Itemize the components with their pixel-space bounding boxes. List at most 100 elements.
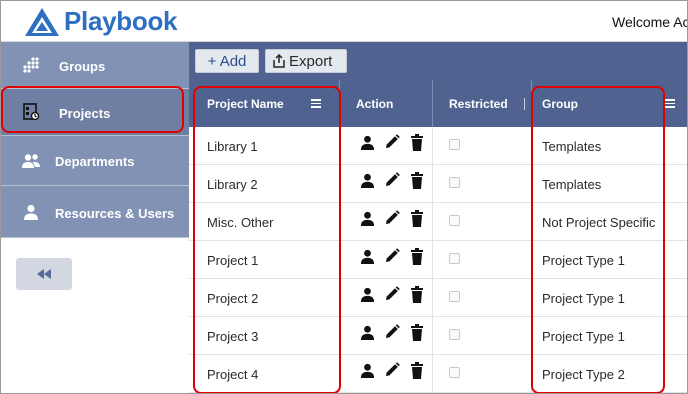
restricted-checkbox[interactable] [449, 252, 460, 264]
table-header: Project Name Action Restricted Group [189, 80, 687, 127]
restricted-cell [449, 125, 460, 163]
restricted-checkbox[interactable] [449, 214, 460, 226]
restricted-checkbox[interactable] [449, 176, 460, 188]
column-header-label: Restricted [449, 96, 508, 111]
group-cell: Project Type 1 [542, 290, 625, 306]
export-label: Export [289, 52, 333, 70]
collapse-sidebar-button[interactable] [16, 258, 72, 290]
sidebar-item-label: Projects [59, 106, 111, 121]
column-header-action[interactable]: Action [356, 80, 393, 127]
column-header-label: Action [356, 96, 394, 111]
user-icon[interactable] [359, 134, 375, 150]
column-header-project-name[interactable]: Project Name [207, 80, 284, 127]
user-icon[interactable] [359, 210, 375, 226]
pencil-icon[interactable] [384, 324, 400, 340]
table-row[interactable]: Project 4 Project Type 2 [189, 353, 687, 393]
column-divider [339, 80, 340, 127]
user-icon[interactable] [359, 248, 375, 264]
sidebar-item-groups[interactable]: Groups [1, 42, 189, 89]
table-row[interactable]: Project 1 Project Type 1 [189, 239, 687, 279]
restricted-cell [449, 353, 460, 391]
trash-icon[interactable] [409, 133, 425, 151]
group-cell: Templates [542, 138, 602, 154]
pencil-icon[interactable] [384, 362, 400, 378]
app-window: Playbook Welcome Acc Groups [0, 0, 688, 394]
pencil-icon[interactable] [384, 172, 400, 188]
sidebar-item-projects[interactable]: Projects [1, 89, 189, 136]
action-cell [359, 161, 425, 199]
table-row[interactable]: Project 2 Project Type 1 [189, 277, 687, 317]
pencil-icon[interactable] [384, 248, 400, 264]
column-divider [531, 80, 532, 127]
restricted-cell [449, 315, 460, 353]
trash-icon[interactable] [409, 209, 425, 227]
welcome-text: Welcome Acc [612, 14, 687, 30]
restricted-checkbox[interactable] [449, 290, 460, 302]
group-cell: Project Type 1 [542, 328, 625, 344]
group-cell: Project Type 2 [542, 366, 625, 382]
column-resize-handle[interactable] [524, 98, 525, 110]
restricted-checkbox[interactable] [449, 366, 460, 378]
table-row[interactable]: Library 2 Templates [189, 165, 687, 203]
project-name-cell: Project 2 [207, 290, 259, 306]
column-menu-icon[interactable] [311, 99, 321, 108]
group-cell: Templates [542, 176, 602, 192]
column-header-restricted[interactable]: Restricted [449, 80, 508, 127]
column-header-label: Group [542, 96, 578, 111]
restricted-cell [449, 239, 460, 277]
trash-icon[interactable] [409, 323, 425, 341]
app-header: Playbook Welcome Acc [1, 1, 687, 42]
project-name-cell: Misc. Other [207, 214, 274, 230]
trash-icon[interactable] [409, 285, 425, 303]
double-chevron-left-icon [37, 269, 51, 279]
groups-icon [21, 56, 41, 74]
project-name-cell: Project 3 [207, 328, 259, 344]
playbook-logo-icon [25, 8, 59, 36]
trash-icon[interactable] [409, 247, 425, 265]
export-icon [273, 54, 285, 68]
brand-name: Playbook [64, 6, 178, 36]
action-cell [359, 123, 425, 161]
action-cell [359, 275, 425, 313]
user-icon[interactable] [359, 324, 375, 340]
trash-icon[interactable] [409, 361, 425, 379]
export-button[interactable]: Export [265, 49, 347, 73]
user-icon[interactable] [359, 286, 375, 302]
project-name-cell: Project 4 [207, 366, 259, 382]
action-cell [359, 351, 425, 389]
action-cell [359, 237, 425, 275]
pencil-icon[interactable] [384, 134, 400, 150]
sidebar-item-label: Departments [55, 154, 135, 169]
projects-icon [21, 103, 41, 121]
table-row[interactable]: Misc. Other Not Project Specific [189, 201, 687, 241]
table-row[interactable]: Library 1 Templates [189, 125, 687, 165]
restricted-checkbox[interactable] [449, 328, 460, 340]
user-icon [21, 203, 41, 221]
restricted-cell [449, 277, 460, 315]
project-name-cell: Project 1 [207, 252, 259, 268]
user-icon[interactable] [359, 172, 375, 188]
user-icon[interactable] [359, 362, 375, 378]
table-body: Library 1 Templates Library 2 Templates Misc… [189, 125, 687, 393]
column-header-label: Project Name [207, 96, 284, 111]
sidebar-item-label: Resources & Users [55, 206, 175, 221]
sidebar-item-resources-users[interactable]: Resources & Users [1, 186, 189, 238]
column-header-group[interactable]: Group [542, 80, 578, 127]
column-menu-icon[interactable] [665, 99, 675, 108]
pencil-icon[interactable] [384, 286, 400, 302]
restricted-checkbox[interactable] [449, 138, 460, 150]
project-name-cell: Library 2 [207, 176, 258, 192]
toolbar: + Add Export [189, 42, 687, 80]
add-button[interactable]: + Add [195, 49, 259, 73]
group-cell: Not Project Specific [542, 214, 656, 230]
sidebar-item-departments[interactable]: Departments [1, 136, 189, 186]
project-name-cell: Library 1 [207, 138, 258, 154]
sidebar: Groups Projects Departments Resources & … [1, 42, 189, 393]
trash-icon[interactable] [409, 171, 425, 189]
restricted-cell [449, 201, 460, 239]
action-cell [359, 313, 425, 351]
action-cell [359, 199, 425, 237]
column-divider [432, 80, 433, 127]
pencil-icon[interactable] [384, 210, 400, 226]
table-row[interactable]: Project 3 Project Type 1 [189, 315, 687, 355]
